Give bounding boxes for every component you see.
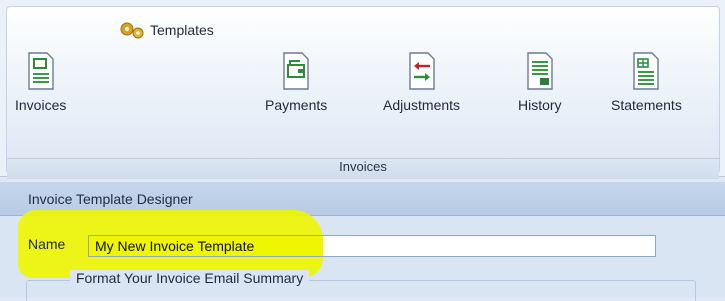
ribbon-button-label: Statements — [611, 97, 682, 113]
ribbon-button-label: History — [518, 97, 562, 113]
ribbon: Templates Invoices Payments Adjustments … — [0, 0, 725, 179]
templates-label: Templates — [150, 22, 214, 38]
history-document-icon — [527, 52, 553, 90]
fieldset-legend: Format Your Invoice Email Summary — [70, 270, 310, 286]
statement-document-icon — [633, 52, 660, 90]
ribbon-panel: Templates Invoices Payments Adjustments … — [6, 6, 720, 179]
invoice-document-icon — [27, 52, 54, 90]
ribbon-button-label: Payments — [265, 97, 328, 113]
gears-icon — [120, 22, 144, 39]
ribbon-button-label: Invoices — [15, 97, 67, 113]
ribbon-button-history[interactable]: History — [518, 51, 562, 113]
template-name-input[interactable] — [88, 235, 656, 257]
name-label: Name — [28, 236, 66, 252]
ribbon-button-statements[interactable]: Statements — [611, 51, 682, 113]
ribbon-button-adjustments[interactable]: Adjustments — [383, 51, 460, 113]
payment-document-icon — [283, 52, 309, 90]
ribbon-button-invoices[interactable]: Invoices — [15, 51, 66, 113]
ribbon-button-payments[interactable]: Payments — [265, 51, 327, 113]
templates-button[interactable]: Templates — [119, 19, 214, 41]
ribbon-button-label: Adjustments — [383, 97, 461, 113]
ribbon-group-label: Invoices — [7, 158, 719, 179]
template-designer-panel: Invoice Template Designer Name Format Yo… — [0, 182, 725, 301]
adjustment-arrows-icon — [408, 52, 435, 90]
